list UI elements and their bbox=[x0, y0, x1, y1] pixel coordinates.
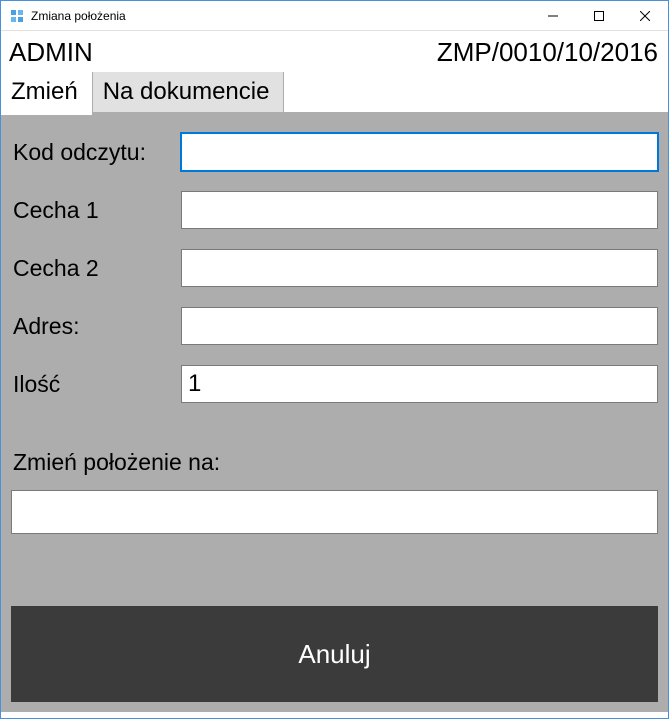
label-cecha2: Cecha 2 bbox=[11, 255, 181, 282]
row-kod-odczytu: Kod odczytu: bbox=[11, 133, 658, 171]
input-cecha2[interactable] bbox=[181, 249, 658, 287]
titlebar: Zmiana położenia bbox=[1, 1, 668, 31]
label-change-location: Zmień położenie na: bbox=[11, 449, 658, 476]
input-kod-odczytu[interactable] bbox=[181, 133, 658, 171]
tab-on-document[interactable]: Na dokumencie bbox=[93, 72, 285, 112]
user-label: ADMIN bbox=[9, 37, 93, 68]
window-controls bbox=[530, 1, 668, 30]
spacer bbox=[11, 534, 658, 586]
window-title: Zmiana położenia bbox=[31, 9, 530, 23]
input-ilosc[interactable] bbox=[181, 365, 658, 403]
input-adres[interactable] bbox=[181, 307, 658, 345]
app-icon bbox=[9, 8, 25, 24]
label-kod-odczytu: Kod odczytu: bbox=[11, 139, 181, 166]
row-cecha2: Cecha 2 bbox=[11, 249, 658, 287]
row-adres: Adres: bbox=[11, 307, 658, 345]
input-change-location[interactable] bbox=[11, 490, 658, 534]
row-cecha1: Cecha 1 bbox=[11, 191, 658, 229]
maximize-button[interactable] bbox=[576, 1, 622, 30]
row-ilosc: Ilość bbox=[11, 365, 658, 403]
change-location-section: Zmień położenie na: bbox=[11, 449, 658, 534]
input-cecha1[interactable] bbox=[181, 191, 658, 229]
minimize-button[interactable] bbox=[530, 1, 576, 30]
close-button[interactable] bbox=[622, 1, 668, 30]
cancel-button[interactable]: Anuluj bbox=[11, 606, 658, 702]
tabs: Zmień Na dokumencie bbox=[1, 72, 668, 115]
tab-change[interactable]: Zmień bbox=[1, 72, 93, 112]
label-adres: Adres: bbox=[11, 313, 181, 340]
content: Kod odczytu: Cecha 1 Cecha 2 Adres: Iloś… bbox=[1, 115, 668, 712]
document-number: ZMP/0010/10/2016 bbox=[437, 37, 658, 68]
label-cecha1: Cecha 1 bbox=[11, 197, 181, 224]
header: ADMIN ZMP/0010/10/2016 bbox=[1, 31, 668, 72]
label-ilosc: Ilość bbox=[11, 371, 181, 398]
